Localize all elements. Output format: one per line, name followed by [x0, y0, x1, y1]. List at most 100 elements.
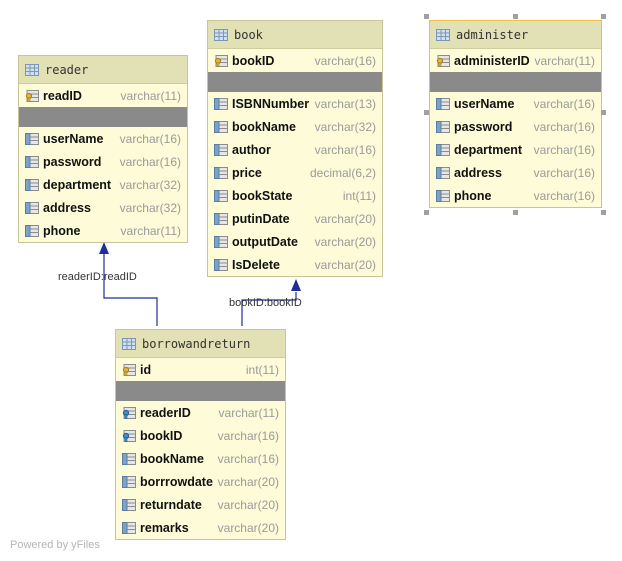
column-row[interactable]: password varchar(16) [430, 115, 601, 138]
primary-key-icon [25, 89, 39, 102]
column-row[interactable]: readID varchar(11) [19, 84, 187, 107]
column-row[interactable]: address varchar(32) [19, 196, 187, 219]
table-header[interactable]: reader [19, 56, 187, 84]
column-row[interactable]: borrrowdate varchar(20) [116, 470, 285, 493]
column-icon [122, 475, 136, 488]
column-row[interactable]: bookName varchar(16) [116, 447, 285, 470]
table-name: book [234, 27, 263, 42]
selection-handle[interactable] [424, 14, 429, 19]
column-name: readerID [140, 405, 191, 420]
column-row[interactable]: bookID varchar(16) [116, 424, 285, 447]
column-icon [122, 521, 136, 534]
column-icon [436, 97, 450, 110]
column-name: password [454, 119, 513, 134]
column-type: varchar(20) [314, 234, 376, 249]
column-row[interactable]: id int(11) [116, 358, 285, 381]
column-row[interactable]: userName varchar(16) [19, 127, 187, 150]
column-row[interactable]: ISBNNumber varchar(13) [208, 92, 382, 115]
column-row[interactable]: phone varchar(16) [430, 184, 601, 207]
column-name: bookID [232, 53, 275, 68]
column-icon [214, 143, 228, 156]
column-icon [214, 189, 228, 202]
connector-readerid-readid [103, 254, 158, 326]
table-book[interactable]: book bookID varchar(16) ISBNNumber varchar(1… [207, 20, 383, 277]
column-row[interactable]: remarks varchar(20) [116, 516, 285, 539]
column-name: userName [454, 96, 515, 111]
column-name: phone [43, 223, 81, 238]
column-name: author [232, 142, 271, 157]
table-administer[interactable]: administer administerID varchar(11) userNam… [429, 20, 602, 208]
column-row[interactable]: putinDate varchar(20) [208, 207, 382, 230]
column-icon [25, 178, 39, 191]
column-name: id [140, 362, 152, 377]
column-type: int(11) [245, 362, 279, 377]
column-row[interactable]: returndate varchar(20) [116, 493, 285, 516]
column-type: varchar(20) [217, 497, 279, 512]
column-name: bookState [232, 188, 293, 203]
table-borrowandreturn[interactable]: borrowandreturn id int(11) readerID varchar(… [115, 329, 286, 540]
table-icon [25, 63, 39, 76]
table-name: reader [45, 62, 89, 77]
column-type: varchar(16) [533, 165, 595, 180]
column-type: int(11) [342, 188, 376, 203]
column-name: address [43, 200, 91, 215]
column-row[interactable]: phone varchar(11) [19, 219, 187, 242]
column-row[interactable]: department varchar(32) [19, 173, 187, 196]
column-row[interactable]: userName varchar(16) [430, 92, 601, 115]
key-separator [430, 72, 601, 92]
key-separator [19, 107, 187, 127]
column-name: IsDelete [232, 257, 280, 272]
column-name: borrrowdate [140, 474, 213, 489]
connector-arrow-book [291, 279, 301, 291]
column-type: varchar(32) [119, 200, 181, 215]
column-name: price [232, 165, 262, 180]
column-name: department [454, 142, 523, 157]
column-row[interactable]: address varchar(16) [430, 161, 601, 184]
column-row[interactable]: department varchar(16) [430, 138, 601, 161]
column-name: address [454, 165, 502, 180]
column-row[interactable]: price decimal(6,2) [208, 161, 382, 184]
table-header[interactable]: borrowandreturn [116, 330, 285, 358]
selection-handle[interactable] [601, 110, 606, 115]
column-icon [436, 189, 450, 202]
column-row[interactable]: bookState int(11) [208, 184, 382, 207]
column-type: varchar(20) [314, 211, 376, 226]
column-type: varchar(16) [119, 154, 181, 169]
column-type: varchar(20) [217, 474, 279, 489]
column-row[interactable]: bookID varchar(16) [208, 49, 382, 72]
column-row[interactable]: IsDelete varchar(20) [208, 253, 382, 276]
column-type: varchar(13) [314, 96, 376, 111]
column-icon [122, 498, 136, 511]
selection-handle[interactable] [513, 14, 518, 19]
key-separator [116, 381, 285, 401]
key-separator [208, 72, 382, 92]
selection-handle[interactable] [424, 110, 429, 115]
selection-handle[interactable] [601, 210, 606, 215]
column-row[interactable]: password varchar(16) [19, 150, 187, 173]
column-row[interactable]: administerID varchar(11) [430, 49, 601, 72]
column-icon [214, 166, 228, 179]
table-header[interactable]: book [208, 21, 382, 49]
column-type: decimal(6,2) [309, 165, 376, 180]
selection-handle[interactable] [601, 14, 606, 19]
table-name: borrowandreturn [142, 336, 251, 351]
table-reader[interactable]: reader readID varchar(11) userName varchar(1… [18, 55, 188, 243]
column-type: varchar(16) [533, 96, 595, 111]
selection-handle[interactable] [513, 210, 518, 215]
selection-handle[interactable] [424, 210, 429, 215]
column-name: bookName [232, 119, 296, 134]
column-type: varchar(16) [314, 53, 376, 68]
table-header[interactable]: administer [430, 21, 601, 49]
table-icon [122, 337, 136, 350]
footer-credit: Powered by yFiles [10, 539, 100, 551]
column-type: varchar(20) [217, 520, 279, 535]
column-row[interactable]: outputDate varchar(20) [208, 230, 382, 253]
column-type: varchar(32) [314, 119, 376, 134]
column-row[interactable]: readerID varchar(11) [116, 401, 285, 424]
column-row[interactable]: bookName varchar(32) [208, 115, 382, 138]
column-type: varchar(11) [120, 88, 181, 103]
column-name: remarks [140, 520, 189, 535]
column-row[interactable]: author varchar(16) [208, 138, 382, 161]
column-name: ISBNNumber [232, 96, 310, 111]
column-type: varchar(16) [533, 119, 595, 134]
